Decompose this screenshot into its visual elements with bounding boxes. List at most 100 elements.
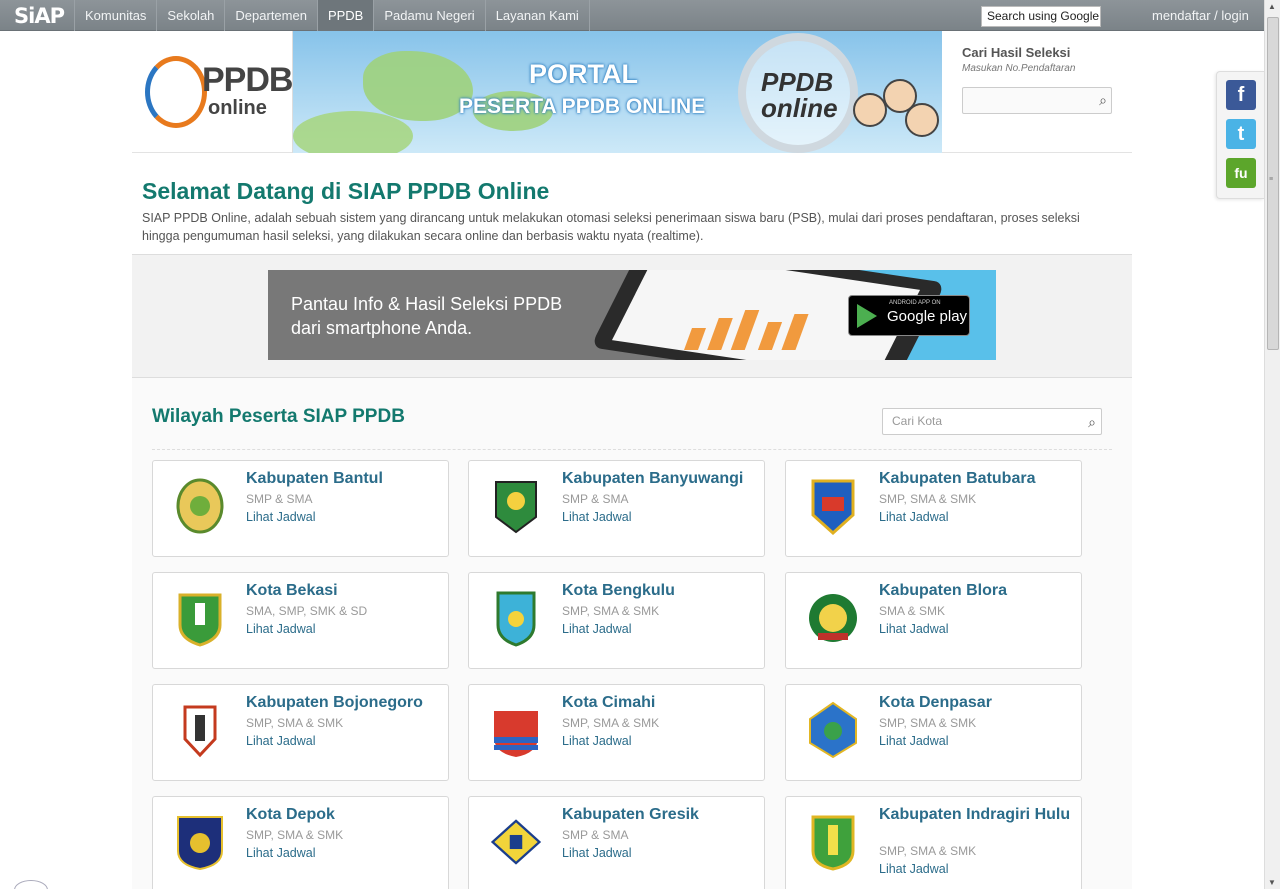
region-name[interactable]: Kabupaten Blora xyxy=(879,583,1074,599)
menu-item-layanan-kami[interactable]: Layanan Kami xyxy=(484,0,590,31)
region-card[interactable]: Kabupaten Indragiri Hulu SMP, SMA & SMK … xyxy=(785,796,1082,889)
google-search-input[interactable]: Search using Google xyxy=(981,6,1101,27)
search-icon[interactable]: ⌕ xyxy=(1099,92,1107,109)
top-navbar: SiAP Komunitas Sekolah Departemen PPDB P… xyxy=(0,0,1264,31)
blora-emblem xyxy=(809,594,857,642)
region-levels: SMP, SMA & SMK xyxy=(879,492,977,506)
magnifier-badge: PPDB online xyxy=(738,33,858,153)
region-card[interactable]: Kota Bekasi SMA, SMP, SMK & SD Lihat Jad… xyxy=(152,572,449,669)
region-card[interactable]: Kabupaten Bojonegoro SMP, SMA & SMK Liha… xyxy=(152,684,449,781)
region-levels: SMA & SMK xyxy=(879,604,946,618)
map-island xyxy=(293,111,413,153)
view-schedule-link[interactable]: Lihat Jadwal xyxy=(879,734,949,748)
scroll-down-arrow-icon[interactable]: ▼ xyxy=(1268,878,1276,887)
vertical-scrollbar[interactable]: ▲ ≡ ▼ xyxy=(1264,0,1280,889)
logo-text-main: PPDB xyxy=(202,61,293,99)
banner-subtitle: PESERTA PPDB ONLINE xyxy=(459,95,706,118)
badge-text: PPDB online xyxy=(761,67,838,123)
search-icon[interactable]: ⌕ xyxy=(1088,410,1096,435)
region-name[interactable]: Kabupaten Bojonegoro xyxy=(246,695,441,711)
cimahi-emblem xyxy=(494,711,538,757)
depok-emblem xyxy=(177,816,223,871)
register-login-link[interactable]: mendaftar / login xyxy=(1152,8,1249,23)
app-promo-line1: Pantau Info & Hasil Seleksi PPDB xyxy=(291,294,563,314)
logo-ring xyxy=(145,56,207,128)
scrollbar-thumb[interactable] xyxy=(1267,17,1279,350)
ppdb-online-logo[interactable]: PPDB online xyxy=(142,53,293,129)
portal-banner: PORTAL PESERTA PPDB ONLINE PPDB online xyxy=(292,31,942,153)
gresik-emblem xyxy=(491,819,541,865)
region-card[interactable]: Kabupaten Banyuwangi SMP & SMA Lihat Jad… xyxy=(468,460,765,557)
back-to-top-icon[interactable] xyxy=(14,880,48,889)
region-card[interactable]: Kota Denpasar SMP, SMA & SMK Lihat Jadwa… xyxy=(785,684,1082,781)
region-name[interactable]: Kabupaten Indragiri Hulu xyxy=(879,807,1074,823)
student-illustration xyxy=(905,103,939,137)
logo-text-sub: online xyxy=(208,97,267,119)
region-name[interactable]: Kota Denpasar xyxy=(879,695,1074,711)
view-schedule-link[interactable]: Lihat Jadwal xyxy=(562,734,632,748)
denpasar-emblem xyxy=(809,701,857,759)
region-levels: SMP & SMA xyxy=(246,492,313,506)
welcome-description: SIAP PPDB Online, adalah sebuah sistem y… xyxy=(142,211,1080,243)
bengkulu-emblem xyxy=(496,591,536,647)
result-search-panel: Cari Hasil Seleksi Masukan No.Pendaftara… xyxy=(962,45,1122,114)
app-promo-banner[interactable]: Pantau Info & Hasil Seleksi PPDB dari sm… xyxy=(268,270,996,360)
scrollbar-grip-icon: ≡ xyxy=(1269,176,1274,183)
twitter-icon[interactable]: t xyxy=(1226,119,1256,149)
region-name[interactable]: Kabupaten Gresik xyxy=(562,807,757,823)
region-levels: SMP, SMA & SMK xyxy=(246,716,344,730)
menu-item-ppdb[interactable]: PPDB xyxy=(316,0,374,31)
region-levels: SMP, SMA & SMK xyxy=(562,716,660,730)
menu-item-sekolah[interactable]: Sekolah xyxy=(156,0,224,31)
batubara-emblem xyxy=(811,479,855,535)
view-schedule-link[interactable]: Lihat Jadwal xyxy=(246,846,316,860)
bekasi-emblem xyxy=(178,593,222,647)
fu-share-icon[interactable]: fu xyxy=(1226,158,1256,188)
view-schedule-link[interactable]: Lihat Jadwal xyxy=(246,734,316,748)
view-schedule-link[interactable]: Lihat Jadwal xyxy=(562,846,632,860)
region-card[interactable]: Kabupaten Gresik SMP & SMA Lihat Jadwal xyxy=(468,796,765,889)
region-name[interactable]: Kabupaten Bantul xyxy=(246,471,441,487)
result-search-hint: Masukan No.Pendaftaran xyxy=(962,63,1076,74)
banyuwangi-emblem xyxy=(495,481,537,534)
result-search-title: Cari Hasil Seleksi xyxy=(962,45,1071,60)
region-name[interactable]: Kota Cimahi xyxy=(562,695,757,711)
region-levels: SMP, SMA & SMK xyxy=(562,604,660,618)
view-schedule-link[interactable]: Lihat Jadwal xyxy=(879,510,949,524)
region-name[interactable]: Kabupaten Banyuwangi xyxy=(562,471,757,487)
facebook-icon[interactable]: f xyxy=(1226,80,1256,110)
view-schedule-link[interactable]: Lihat Jadwal xyxy=(246,510,316,524)
region-name[interactable]: Kota Depok xyxy=(246,807,441,823)
siap-logo[interactable]: SiAP xyxy=(14,4,65,28)
region-card[interactable]: Kota Cimahi SMP, SMA & SMK Lihat Jadwal xyxy=(468,684,765,781)
region-card[interactable]: Kabupaten Batubara SMP, SMA & SMK Lihat … xyxy=(785,460,1082,557)
view-schedule-link[interactable]: Lihat Jadwal xyxy=(879,862,949,876)
region-name[interactable]: Kota Bekasi xyxy=(246,583,441,599)
menu-item-departemen[interactable]: Departemen xyxy=(224,0,317,31)
social-share-bar: f t fu xyxy=(1216,71,1264,199)
map-island xyxy=(363,51,473,121)
registration-number-input[interactable]: ⌕ xyxy=(962,87,1112,114)
region-name[interactable]: Kota Bengkulu xyxy=(562,583,757,599)
view-schedule-link[interactable]: Lihat Jadwal xyxy=(246,622,316,636)
google-play-button[interactable]: ANDROID APP ON Google play xyxy=(848,295,970,336)
play-store-icon xyxy=(857,304,877,328)
view-schedule-link[interactable]: Lihat Jadwal xyxy=(562,510,632,524)
region-card[interactable]: Kabupaten Blora SMA & SMK Lihat Jadwal xyxy=(785,572,1082,669)
menu-item-komunitas[interactable]: Komunitas xyxy=(74,0,156,31)
region-levels: SMP, SMA & SMK xyxy=(246,828,344,842)
region-card[interactable]: Kota Bengkulu SMP, SMA & SMK Lihat Jadwa… xyxy=(468,572,765,669)
region-card[interactable]: Kabupaten Bantul SMP & SMA Lihat Jadwal xyxy=(152,460,449,557)
region-levels: SMA, SMP, SMK & SD xyxy=(246,604,368,618)
scroll-up-arrow-icon[interactable]: ▲ xyxy=(1268,2,1276,11)
welcome-section: Selamat Datang di SIAP PPDB Online SIAP … xyxy=(132,153,1132,255)
region-name[interactable]: Kabupaten Batubara xyxy=(879,471,1074,487)
view-schedule-link[interactable]: Lihat Jadwal xyxy=(879,622,949,636)
bojonegoro-emblem xyxy=(183,705,217,758)
region-levels: SMP & SMA xyxy=(562,492,629,506)
city-search-input[interactable]: Cari Kota ⌕ xyxy=(882,408,1102,435)
region-card[interactable]: Kota Depok SMP, SMA & SMK Lihat Jadwal xyxy=(152,796,449,889)
menu-item-padamu-negeri[interactable]: Padamu Negeri xyxy=(373,0,484,31)
store-caption: ANDROID APP ON xyxy=(889,300,941,306)
view-schedule-link[interactable]: Lihat Jadwal xyxy=(562,622,632,636)
